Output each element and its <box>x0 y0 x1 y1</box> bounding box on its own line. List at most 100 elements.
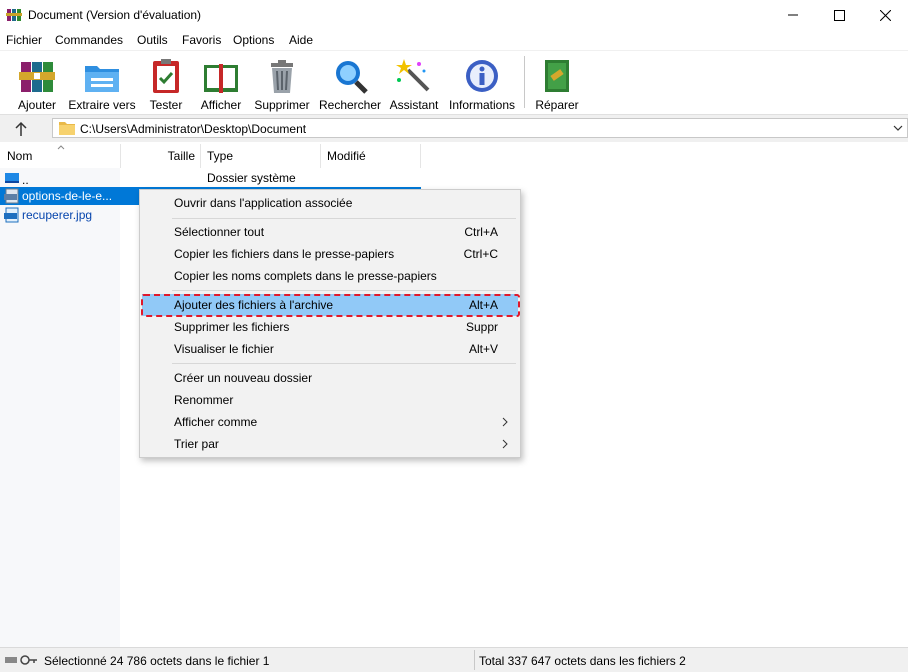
magnifier-icon <box>336 61 368 94</box>
ctx-label: Visualiser le fichier <box>174 342 274 356</box>
menu-bar: Fichier Commandes Outils Favoris Options… <box>0 30 908 50</box>
wand-icon <box>396 59 430 92</box>
tool-label: Extraire vers <box>68 98 136 112</box>
name-column-bg <box>0 168 120 647</box>
maximize-button[interactable] <box>816 0 862 30</box>
context-menu: Ouvrir dans l'application associée Sélec… <box>139 189 521 458</box>
ctx-label: Copier les fichiers dans le presse-papie… <box>174 247 395 261</box>
tool-label: Assistant <box>389 98 439 112</box>
status-total: Total 337 647 octets dans les fichiers 2 <box>479 654 686 668</box>
ctx-new-folder[interactable]: Créer un nouveau dossier <box>142 367 518 389</box>
tool-informations[interactable]: Informations <box>446 53 518 113</box>
up-arrow-icon[interactable] <box>12 120 30 138</box>
ctx-copy-full-names[interactable]: Copier les noms complets dans le presse-… <box>142 265 518 287</box>
test-clipboard-icon <box>153 59 179 93</box>
maximize-icon <box>833 9 845 21</box>
status-divider <box>474 650 475 670</box>
drive-icon <box>5 657 17 663</box>
ctx-label: Ouvrir dans l'application associée <box>174 196 353 210</box>
parent-folder-icon <box>5 173 19 183</box>
ctx-separator <box>172 218 516 219</box>
ctx-shortcut: Ctrl+C <box>463 247 498 261</box>
ctx-shortcut: Alt+V <box>468 342 498 356</box>
ctx-copy-files[interactable]: Copier les fichiers dans le presse-papie… <box>142 243 518 265</box>
menu-aide[interactable]: Aide <box>289 33 313 47</box>
chevron-down-icon[interactable] <box>893 122 903 134</box>
ctx-view-file[interactable]: Visualiser le fichier Alt+V <box>142 338 518 360</box>
window-title: Document (Version d'évaluation) <box>28 8 202 22</box>
menu-fichier[interactable]: Fichier <box>6 33 42 47</box>
status-bar: Sélectionné 24 786 octets dans le fichie… <box>0 647 908 672</box>
tool-tester[interactable]: Tester <box>146 53 186 113</box>
tool-assistant[interactable]: Assistant <box>388 53 440 113</box>
menu-outils[interactable]: Outils <box>137 33 168 47</box>
ctx-shortcut: Suppr <box>465 320 498 334</box>
ctx-delete-files[interactable]: Supprimer les fichiers Suppr <box>142 316 518 338</box>
add-books-icon <box>19 62 55 92</box>
menu-commandes[interactable]: Commandes <box>55 33 123 47</box>
tool-ajouter[interactable]: Ajouter <box>14 53 60 113</box>
folder-icon <box>59 122 75 135</box>
tool-label: Tester <box>149 98 183 112</box>
info-icon <box>466 60 498 92</box>
tool-label: Supprimer <box>254 98 310 112</box>
tool-label: Réparer <box>535 98 579 112</box>
column-label: Taille <box>167 149 195 163</box>
tool-reparer[interactable]: Réparer <box>535 53 579 113</box>
close-button[interactable] <box>862 0 908 30</box>
ctx-separator <box>172 290 516 291</box>
ctx-select-all[interactable]: Sélectionner tout Ctrl+A <box>142 221 518 243</box>
column-label: Nom <box>7 149 33 163</box>
tool-extraire[interactable]: Extraire vers <box>68 53 136 113</box>
column-nom[interactable]: Nom <box>0 144 121 168</box>
png-file-icon <box>4 188 19 204</box>
minimize-icon <box>788 14 798 16</box>
file-row[interactable]: .. Dossier système <box>0 169 420 187</box>
ctx-label: Sélectionner tout <box>174 225 265 239</box>
key-icon <box>20 655 37 665</box>
ctx-label: Ajouter des fichiers à l'archive <box>174 298 334 312</box>
ctx-open-associated[interactable]: Ouvrir dans l'application associée <box>142 192 518 214</box>
ctx-label: Copier les noms complets dans le presse-… <box>174 269 437 283</box>
menu-favoris[interactable]: Favoris <box>182 33 221 47</box>
ctx-add-to-archive[interactable]: Ajouter des fichiers à l'archive Alt+A <box>142 294 518 316</box>
view-book-icon <box>204 64 238 93</box>
jpg-file-icon <box>4 207 19 223</box>
tool-supprimer[interactable]: Supprimer <box>252 53 312 113</box>
status-selected: Sélectionné 24 786 octets dans le fichie… <box>44 654 270 668</box>
ctx-shortcut: Ctrl+A <box>464 225 498 239</box>
column-header: Nom Taille Type Modifié <box>0 144 908 168</box>
ctx-rename[interactable]: Renommer <box>142 389 518 411</box>
ctx-display-as[interactable]: Afficher comme <box>142 411 518 433</box>
column-type[interactable]: Type <box>201 144 321 168</box>
ctx-shortcut: Alt+A <box>468 298 498 312</box>
tool-afficher[interactable]: Afficher <box>197 53 245 113</box>
column-modifie[interactable]: Modifié <box>321 144 421 168</box>
ctx-label: Trier par <box>174 437 219 451</box>
ctx-label: Créer un nouveau dossier <box>174 371 313 385</box>
repair-icon <box>545 60 569 92</box>
ctx-sort-by[interactable]: Trier par <box>142 433 518 455</box>
file-name: options-de-le-e... <box>22 189 113 203</box>
sort-up-icon <box>57 145 65 150</box>
toolbar-separator <box>524 56 525 108</box>
address-bar: C:\Users\Administrator\Desktop\Document <box>0 114 908 142</box>
menu-options[interactable]: Options <box>233 33 274 47</box>
tool-label: Ajouter <box>17 98 57 112</box>
winrar-app-icon[interactable] <box>6 7 22 23</box>
toolbar: Ajouter Extraire vers Tester Afficher Su… <box>0 50 908 115</box>
path-input[interactable]: C:\Users\Administrator\Desktop\Document <box>52 118 908 138</box>
chevron-right-icon <box>502 417 508 427</box>
tool-label: Informations <box>448 98 516 112</box>
extract-folder-icon <box>85 66 119 92</box>
column-label: Modifié <box>327 149 366 163</box>
column-label: Type <box>207 149 234 163</box>
chevron-right-icon <box>502 439 508 449</box>
tool-rechercher[interactable]: Rechercher <box>318 53 382 113</box>
file-name: .. <box>22 173 29 187</box>
column-taille[interactable]: Taille <box>121 144 201 168</box>
ctx-separator <box>172 363 516 364</box>
trash-icon <box>271 60 293 93</box>
ctx-label: Renommer <box>174 393 234 407</box>
minimize-button[interactable] <box>770 0 816 30</box>
